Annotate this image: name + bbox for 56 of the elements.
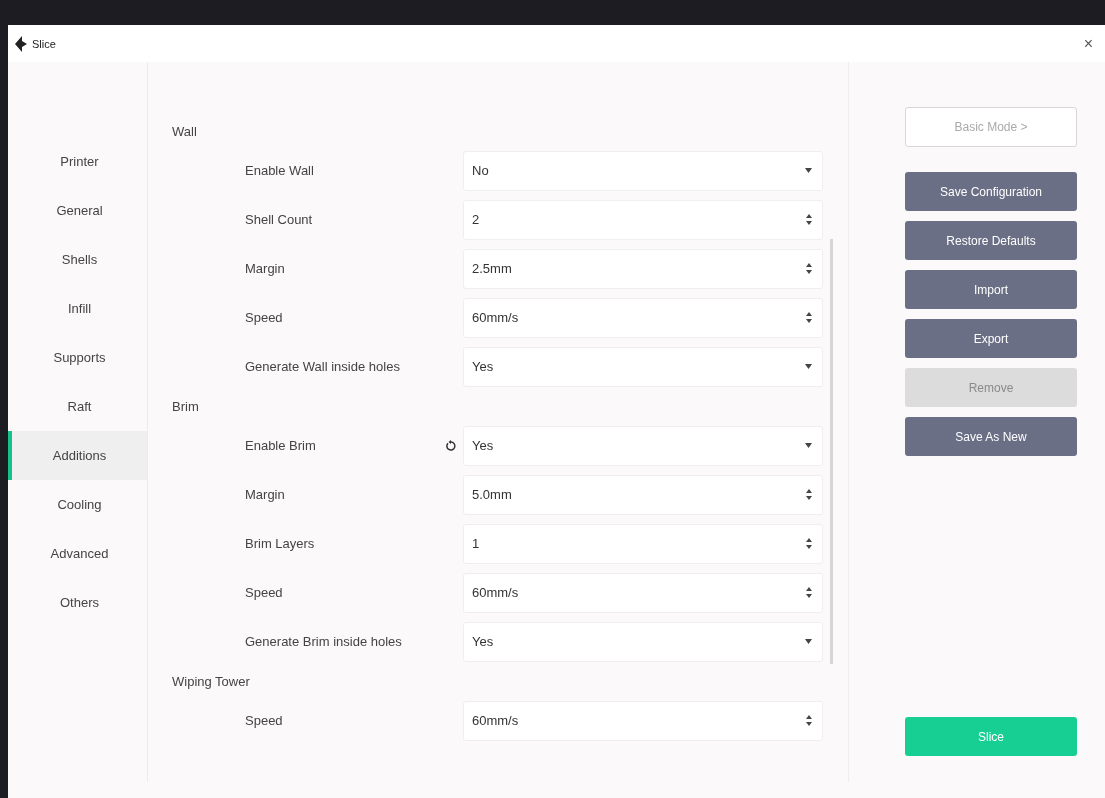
setting-label: Generate Brim inside holes <box>244 634 403 649</box>
sidebar-item[interactable]: Others <box>8 578 147 627</box>
action-button[interactable]: Save Configuration <box>905 172 1077 211</box>
setting-label: Speed <box>244 585 284 600</box>
sidebar-item[interactable]: Infill <box>8 284 147 333</box>
dropdown[interactable]: Yes <box>463 621 823 662</box>
dropdown[interactable]: Yes <box>463 346 823 387</box>
scrollbar[interactable] <box>830 239 833 664</box>
spin-box[interactable]: 1 <box>463 523 823 564</box>
spin-arrows-icon <box>806 312 812 323</box>
dropdown[interactable]: Yes <box>463 425 823 466</box>
spin-box[interactable]: 2 <box>463 199 823 240</box>
action-button[interactable]: Import <box>905 270 1077 309</box>
spin-box[interactable]: 5.0mm <box>463 474 823 515</box>
action-button[interactable]: Save As New <box>905 417 1077 456</box>
setting-label: Generate Wall inside holes <box>244 359 401 374</box>
setting-label: Brim Layers <box>244 536 316 551</box>
setting-label: Margin <box>244 261 286 276</box>
action-button[interactable]: Restore Defaults <box>905 221 1077 260</box>
sidebar-item[interactable]: Shells <box>8 235 147 284</box>
setting-label: Shell Count <box>244 212 314 227</box>
setting-label: Enable Brim <box>244 438 317 453</box>
dropdown-arrow-icon <box>805 168 812 173</box>
spin-box[interactable]: 2.5mm <box>463 248 823 289</box>
action-button[interactable]: Export <box>905 319 1077 358</box>
sidebar-item[interactable]: Supports <box>8 333 147 382</box>
sidebar-item[interactable]: Printer <box>8 137 147 186</box>
sidebar-item[interactable]: Advanced <box>8 529 147 578</box>
spin-box[interactable]: 60mm/s <box>463 700 823 741</box>
sidebar-item[interactable]: Cooling <box>8 480 147 529</box>
dropdown-arrow-icon <box>805 639 812 644</box>
spin-arrows-icon <box>806 538 812 549</box>
app-logo-icon <box>14 35 28 52</box>
section-title: Wiping Tower <box>172 673 250 689</box>
section-title: Brim <box>172 398 199 414</box>
section-title: Wall <box>172 123 197 139</box>
spin-arrows-icon <box>806 587 812 598</box>
window-title: Slice <box>32 37 56 50</box>
dropdown-arrow-icon <box>805 443 812 448</box>
reset-icon[interactable] <box>445 439 457 452</box>
spin-arrows-icon <box>806 263 812 274</box>
setting-label: Margin <box>244 487 286 502</box>
spin-arrows-icon <box>806 214 812 225</box>
dropdown-arrow-icon <box>805 364 812 369</box>
spin-arrows-icon <box>806 489 812 500</box>
spin-box[interactable]: 60mm/s <box>463 572 823 613</box>
sidebar-item[interactable]: General <box>8 186 147 235</box>
sidebar-item[interactable]: Additions <box>8 431 147 480</box>
dropdown[interactable]: No <box>463 150 823 191</box>
close-button[interactable]: × <box>1083 34 1093 53</box>
sidebar-item[interactable]: Raft <box>8 382 147 431</box>
spin-box[interactable]: 60mm/s <box>463 297 823 338</box>
setting-label: Speed <box>244 713 284 728</box>
setting-label: Enable Wall <box>244 163 315 178</box>
setting-label: Speed <box>244 310 284 325</box>
spin-arrows-icon <box>806 715 812 726</box>
